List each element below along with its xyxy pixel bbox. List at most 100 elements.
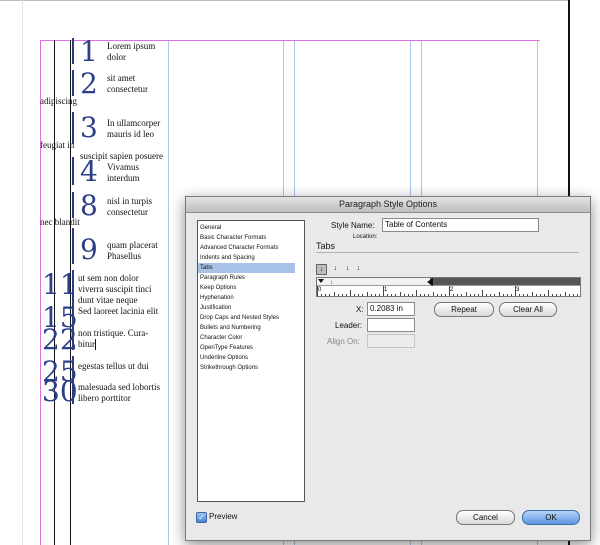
category-item-keep-options[interactable]: Keep Options bbox=[198, 283, 295, 293]
ruler-tick bbox=[374, 294, 376, 296]
page-top-edge bbox=[0, 0, 570, 1]
tab-stop-marker[interactable]: ↓ bbox=[330, 279, 334, 286]
ruler-tick bbox=[416, 290, 417, 296]
preview-checkbox[interactable]: ✓ bbox=[196, 512, 207, 523]
number-rule bbox=[72, 303, 74, 325]
number-rule bbox=[72, 38, 74, 64]
category-item-indents-and-spacing[interactable]: Indents and Spacing bbox=[198, 253, 295, 263]
ruler-tick bbox=[473, 294, 475, 296]
ruler-number: 2 bbox=[450, 287, 454, 293]
ruler-tick bbox=[420, 294, 422, 296]
category-list-scrollbar[interactable] bbox=[295, 220, 305, 502]
category-item-tabs[interactable]: Tabs bbox=[198, 263, 295, 273]
toc-entry-text: non tristique. Cura- bbox=[78, 328, 149, 338]
toc-entry-text: egestas tellus ut dui bbox=[78, 361, 149, 371]
ruler-tick bbox=[432, 292, 434, 296]
ruler-tick bbox=[436, 294, 438, 296]
number-rule bbox=[72, 70, 74, 96]
toc-entry-text: Lorem ipsum bbox=[107, 41, 156, 51]
preview-label[interactable]: Preview bbox=[209, 511, 237, 522]
style-name-label: Style Name: bbox=[331, 221, 375, 230]
category-item-justification[interactable]: Justification bbox=[198, 303, 295, 313]
ruler-tick bbox=[403, 294, 405, 296]
toc-number: 2 bbox=[80, 67, 98, 100]
ruler-tick bbox=[350, 290, 351, 296]
toc-entry-text: dolor bbox=[107, 52, 126, 62]
clear-all-button[interactable]: Clear All bbox=[499, 302, 557, 317]
ruler-tick bbox=[444, 294, 446, 296]
align-on-field[interactable] bbox=[367, 334, 415, 348]
leader-field[interactable] bbox=[367, 318, 415, 332]
ruler-tick bbox=[535, 294, 537, 296]
ruler-tick bbox=[486, 294, 488, 296]
ruler-tick bbox=[502, 294, 504, 296]
number-rule bbox=[72, 324, 74, 350]
decimal-tab-icon[interactable]: ↓ bbox=[354, 264, 363, 273]
category-item-character-color[interactable]: Character Color bbox=[198, 333, 295, 343]
paragraph-style-options-dialog: Paragraph Style Options General Basic Ch… bbox=[185, 196, 591, 541]
ruler-tick bbox=[387, 294, 389, 296]
category-item-strikethrough-options[interactable]: Strikethrough Options bbox=[198, 363, 295, 373]
right-tab-icon[interactable]: ↓ bbox=[343, 264, 352, 273]
category-item-bullets-and-numbering[interactable]: Bullets and Numbering bbox=[198, 323, 295, 333]
ruler-tick bbox=[498, 292, 500, 296]
style-name-field[interactable]: Table of Contents bbox=[382, 218, 539, 232]
right-indent-marker[interactable] bbox=[427, 278, 433, 286]
ruler-tick bbox=[424, 294, 426, 296]
cancel-button[interactable]: Cancel bbox=[456, 510, 515, 525]
ruler-tick bbox=[317, 286, 318, 296]
left-tab-icon[interactable]: ↓ bbox=[316, 264, 327, 275]
ruler-tick bbox=[449, 286, 450, 296]
text-cursor bbox=[95, 339, 96, 350]
ruler-tick bbox=[568, 294, 570, 296]
category-item-underline-options[interactable]: Underline Options bbox=[198, 353, 295, 363]
category-item-drop-caps-and-nested-styles[interactable]: Drop Caps and Nested Styles bbox=[198, 313, 295, 323]
ruler-number: 3 bbox=[516, 287, 520, 293]
toc-entry-text: interdum bbox=[107, 173, 140, 183]
x-label: X: bbox=[356, 305, 364, 314]
align-on-label: Align On: bbox=[327, 337, 360, 346]
ruler-tick bbox=[482, 290, 483, 296]
ruler-tick bbox=[366, 292, 368, 296]
ruler-tick bbox=[358, 294, 360, 296]
ruler-tick bbox=[354, 294, 356, 296]
ruler-tick bbox=[428, 294, 430, 296]
category-item-hyphenation[interactable]: Hyphenation bbox=[198, 293, 295, 303]
center-tab-icon[interactable]: ↓ bbox=[331, 264, 340, 273]
ruler-tick bbox=[527, 294, 529, 296]
column-guide bbox=[168, 41, 169, 545]
first-line-indent-marker[interactable] bbox=[318, 279, 324, 283]
ruler-tick bbox=[407, 294, 409, 296]
x-position-field[interactable]: 0.2083 in bbox=[367, 302, 415, 316]
category-item-basic-character-formats[interactable]: Basic Character Formats bbox=[198, 233, 295, 243]
section-divider bbox=[316, 252, 579, 253]
number-rule bbox=[72, 192, 74, 218]
ruler-tick bbox=[337, 294, 339, 296]
toc-entry-text: ut sem non dolor bbox=[78, 273, 139, 283]
category-list[interactable]: General Basic Character Formats Advanced… bbox=[197, 220, 296, 502]
bleed-guide bbox=[22, 0, 23, 545]
repeat-button[interactable]: Repeat bbox=[434, 302, 494, 317]
ruler-tick bbox=[329, 294, 331, 296]
ruler-tick bbox=[321, 294, 323, 296]
overflow-text: adipiscing bbox=[40, 96, 77, 106]
category-item-opentype-features[interactable]: OpenType Features bbox=[198, 343, 295, 353]
number-rule bbox=[72, 228, 74, 264]
ruler-tick bbox=[515, 286, 516, 296]
ok-button[interactable]: OK bbox=[522, 510, 580, 525]
toc-number: 4 bbox=[80, 155, 98, 188]
toc-entry-text: Sed laoreet lacinia elit bbox=[78, 306, 159, 316]
category-item-advanced-character-formats[interactable]: Advanced Character Formats bbox=[198, 243, 295, 253]
ruler-tick bbox=[333, 292, 335, 296]
ruler-tick bbox=[411, 294, 413, 296]
category-item-general[interactable]: General bbox=[198, 223, 295, 233]
tab-ruler[interactable]: ↓ 0 1 2 3 bbox=[316, 277, 581, 297]
toc-entry-text: mauris id leo bbox=[107, 129, 154, 139]
ruler-tick bbox=[453, 294, 455, 296]
ruler-tick bbox=[440, 294, 442, 296]
ruler-tick bbox=[469, 294, 471, 296]
dialog-title[interactable]: Paragraph Style Options bbox=[186, 197, 590, 213]
category-item-paragraph-rules[interactable]: Paragraph Rules bbox=[198, 273, 295, 283]
toc-entry-text: quam placerat bbox=[107, 240, 158, 250]
ruler-tick bbox=[395, 294, 397, 296]
